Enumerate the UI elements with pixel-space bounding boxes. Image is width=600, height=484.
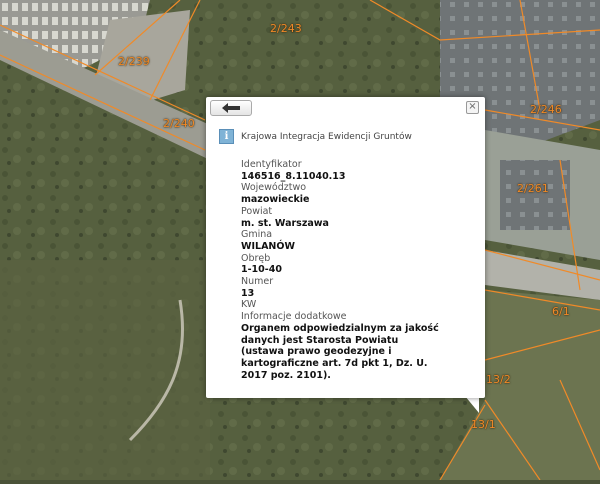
attr-label-identyfikator: Identyfikator [241,159,302,170]
attr-label-numer: Numer [241,276,274,288]
parcel-label: 2/239 [118,55,150,68]
attr-label-wojewodztwo: Województwo [241,182,307,194]
parcel-label: 2/243 [270,22,302,35]
attr-label-powiat: Powiat [241,205,273,217]
attr-value-informacje: Organem odpowiedzialnym za jakość danych… [241,322,439,381]
back-button[interactable] [210,100,252,116]
popup-pointer [465,396,479,413]
parcel-label: 2/246 [530,103,562,116]
attr-value-powiat: m. st. Warszawa [241,217,329,229]
parcel-label: 6/1 [552,305,570,318]
parcel-label: 13/1 [471,418,496,431]
info-icon: i [219,129,234,144]
parcel-label: 13/2 [486,373,511,386]
attr-value-wojewodztwo: mazowieckie [241,194,310,206]
identify-popup: × i Krajowa Integracja Ewidencji Gruntów… [206,97,485,398]
parcel-attributes: Identyfikator 146516_8.11040.13 Wojewódz… [241,159,476,381]
close-button[interactable]: × [466,101,479,114]
parcel-label: 2/261 [517,182,549,195]
service-title: Krajowa Integracja Ewidencji Gruntów [241,131,412,142]
parcel-label: 2/240 [163,117,195,130]
arrow-left-icon [222,103,240,113]
attr-value-numer: 13 [241,287,255,299]
attr-label-kw: KW [241,299,257,311]
popup-header: i Krajowa Integracja Ewidencji Gruntów [219,129,412,144]
attr-label-gmina: Gmina [241,229,273,241]
attr-label-obreb: Obręb [241,252,271,264]
attr-value-identyfikator: 146516_8.11040.13 [241,170,346,182]
attr-value-gmina: WILANÓW [241,240,295,252]
attr-label-informacje: Informacje dodatkowe [241,311,347,323]
attr-value-obreb: 1-10-40 [241,264,282,276]
